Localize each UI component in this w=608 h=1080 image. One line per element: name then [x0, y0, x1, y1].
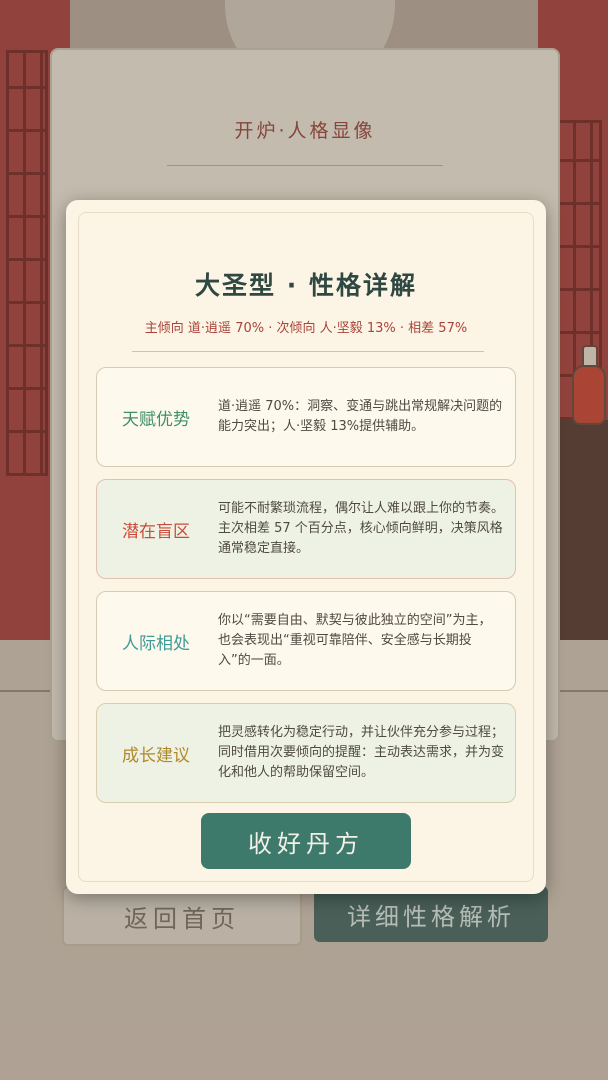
section-text: 道·逍遥 70%：洞察、变通与跳出常规解决问题的能力突出；人·坚毅 13%提供辅…: [218, 399, 503, 434]
section-text: 可能不耐繁琐流程，偶尔让人难以跟上你的节奏。主次相差 57 个百分点，核心倾向鲜…: [218, 501, 505, 556]
section-label: 成长建议: [122, 745, 190, 766]
section-relationships: 人际相处 你以“需要自由、默契与彼此独立的空间”为主，也会表现出“重视可靠陪伴、…: [96, 591, 516, 691]
modal-title: 大圣型 · 性格详解: [195, 271, 417, 300]
section-label: 天赋优势: [122, 409, 190, 430]
section-label: 潜在盲区: [122, 521, 190, 542]
modal-divider: [132, 351, 484, 352]
section-blind-spots: 潜在盲区 可能不耐繁琐流程，偶尔让人难以跟上你的节奏。主次相差 57 个百分点，…: [96, 479, 516, 579]
personality-detail-modal: 大圣型 · 性格详解 主倾向 道·逍遥 70% · 次倾向 人·坚毅 13% ·…: [66, 200, 546, 894]
section-label: 人际相处: [122, 633, 190, 654]
section-strengths: 天赋优势 道·逍遥 70%：洞察、变通与跳出常规解决问题的能力突出；人·坚毅 1…: [96, 367, 516, 467]
tendency-summary: 主倾向 道·逍遥 70% · 次倾向 人·坚毅 13% · 相差 57%: [144, 321, 468, 336]
section-text: 你以“需要自由、默契与彼此独立的空间”为主，也会表现出“重视可靠陪伴、安全感与长…: [218, 613, 492, 668]
section-text: 把灵感转化为稳定行动，并让伙伴充分参与过程；同时借用次要倾向的提醒：主动表达需求…: [218, 725, 505, 780]
section-growth: 成长建议 把灵感转化为稳定行动，并让伙伴充分参与过程；同时借用次要倾向的提醒：主…: [96, 703, 516, 803]
confirm-button[interactable]: 收好丹方: [201, 813, 411, 869]
